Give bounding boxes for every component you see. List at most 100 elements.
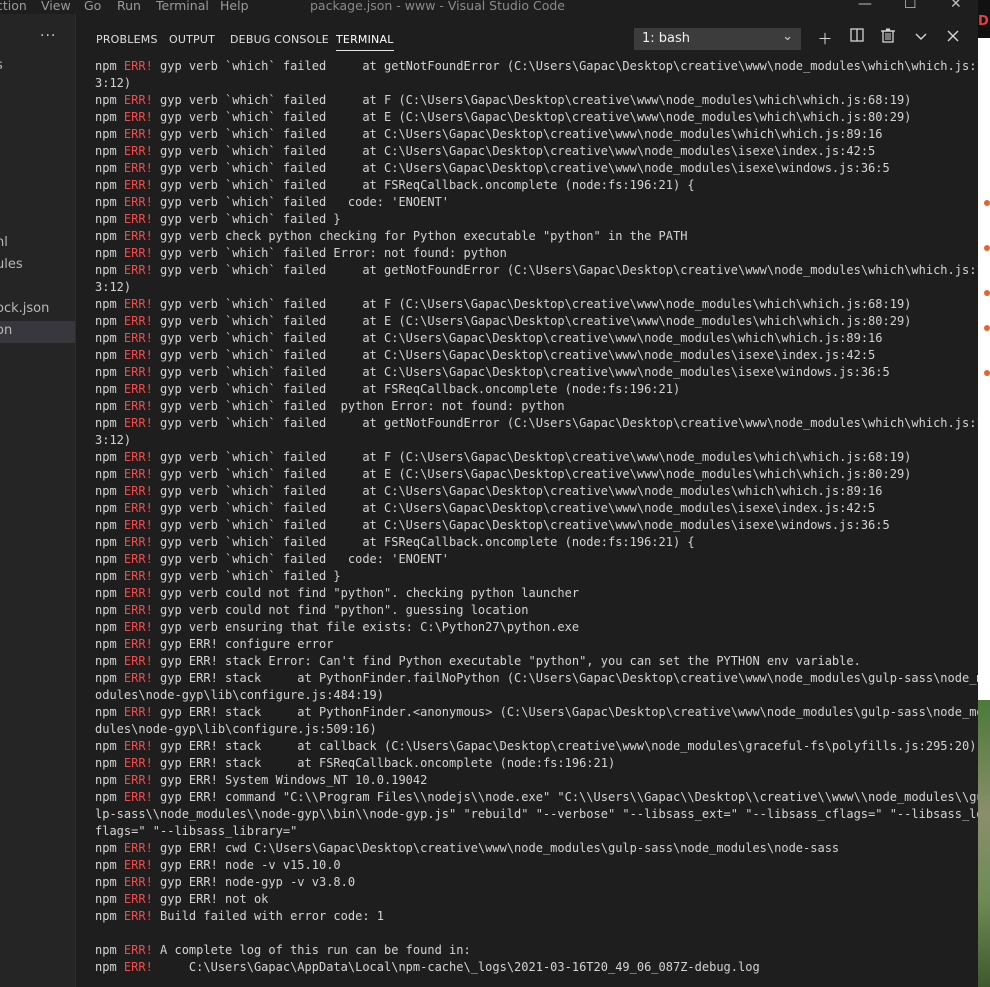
terminal-line: npm ERR! gyp ERR! cwd C:\Users\Gapac\Des… <box>95 840 975 857</box>
terminal-line: npm ERR! gyp ERR! stack at PythonFinder.… <box>95 704 984 721</box>
terminal-line-prefix: npm <box>95 416 124 430</box>
menu-terminal[interactable]: Terminal <box>156 0 209 13</box>
terminal-line-prefix: npm <box>95 909 124 923</box>
terminal-line: flags=" "--libsass_library=" <box>95 823 975 840</box>
terminal-line-tag: ERR! <box>123 127 153 141</box>
trash-icon[interactable] <box>879 28 897 47</box>
terminal-line-message: gyp verb `which` failed at C:\Users\Gapa… <box>152 348 876 362</box>
terminal-line-prefix: npm <box>95 671 124 685</box>
terminal-line-prefix: npm <box>95 297 124 311</box>
terminal-line-prefix: npm <box>95 195 124 209</box>
plus-icon[interactable]: ＋ <box>816 28 834 49</box>
terminal-line: npm ERR! gyp verb `which` failed at C:\U… <box>95 517 975 534</box>
terminal-line-message: gyp verb could not find "python". guessi… <box>152 603 529 617</box>
terminal-line-prefix: npm <box>95 144 124 158</box>
terminal-line-tag: ERR! <box>123 195 153 209</box>
terminal-line-prefix: npm <box>95 212 124 226</box>
menu-help[interactable]: Help <box>220 0 249 13</box>
terminal-line-prefix: npm <box>95 518 124 532</box>
terminal-line: npm ERR! gyp verb `which` failed at F (C… <box>95 92 975 109</box>
terminal-line: npm ERR! gyp ERR! command "C:\\Program F… <box>95 789 984 806</box>
more-actions-icon[interactable]: ··· <box>40 28 56 44</box>
terminal-line-tag: ERR! <box>123 144 153 158</box>
tab-problems[interactable]: PROBLEMS <box>96 33 158 50</box>
sidebar-item-package-json[interactable]: on <box>0 323 12 338</box>
terminal-line: npm ERR! gyp verb `which` failed at FSRe… <box>95 381 975 398</box>
terminal-line: npm ERR! gyp verb check python checking … <box>95 228 975 245</box>
terminal-line-message: gyp verb `which` failed at getNotFoundEr… <box>152 416 984 430</box>
terminal-line: npm ERR! gyp ERR! stack at PythonFinder.… <box>95 670 984 687</box>
terminal-line-message: gyp verb `which` failed at F (C:\Users\G… <box>152 93 912 107</box>
tab-output[interactable]: OUTPUT <box>169 33 215 50</box>
terminal-select-value: 1: bash <box>642 31 691 46</box>
menu-run[interactable]: Run <box>117 0 141 13</box>
terminal-line-tag: ERR! <box>123 331 153 345</box>
terminal-line-message: gyp verb `which` failed code: 'ENOENT' <box>152 552 450 566</box>
terminal-line: npm ERR! gyp verb `which` failed at getN… <box>95 262 984 279</box>
terminal-line-message: A complete log of this run can be found … <box>152 943 471 957</box>
orange-dot <box>984 200 990 206</box>
terminal-line-tag: ERR! <box>123 637 153 651</box>
terminal-line-message: gyp verb ensuring that file exists: C:\P… <box>152 620 580 634</box>
sidebar-item-html[interactable]: nl <box>0 235 8 250</box>
terminal-line-prefix: npm <box>95 178 124 192</box>
terminal-output[interactable]: npm ERR! gyp verb `which` failed at getN… <box>95 58 984 976</box>
terminal-line: npm ERR! gyp verb `which` failed at F (C… <box>95 296 975 313</box>
terminal-line: npm ERR! Build failed with error code: 1 <box>95 908 975 925</box>
minimize-icon[interactable]: — <box>858 0 872 12</box>
terminal-line-prefix: npm <box>95 552 124 566</box>
title-bar: ction View Go Run Terminal Help package.… <box>0 0 978 14</box>
terminal-line-tag: ERR! <box>123 229 153 243</box>
menu-view[interactable]: View <box>41 0 71 13</box>
terminal-line-tag: ERR! <box>123 858 153 872</box>
terminal-line-message: flags=" "--libsass_library=" <box>95 824 298 838</box>
terminal-line-prefix: npm <box>95 637 124 651</box>
explorer-sidebar: ··· s nl ules ock.json on <box>0 14 75 987</box>
terminal-line-message: gyp verb `which` failed Error: not found… <box>152 246 507 260</box>
terminal-line: 3:12) <box>95 279 975 296</box>
terminal-line-tag: ERR! <box>123 110 153 124</box>
terminal-line-message: gyp ERR! stack at FSReqCallback.oncomple… <box>152 756 616 770</box>
terminal-line: npm ERR! gyp ERR! stack at callback (C:\… <box>95 738 977 755</box>
terminal-line-message: gyp verb `which` failed at C:\Users\Gapa… <box>152 365 890 379</box>
terminal-line-prefix: npm <box>95 960 124 974</box>
terminal-line-tag: ERR! <box>123 501 153 515</box>
terminal-line: npm ERR! gyp verb `which` failed code: '… <box>95 194 975 211</box>
terminal-line-tag: ERR! <box>123 569 153 583</box>
tab-debug-console[interactable]: DEBUG CONSOLE <box>230 33 329 50</box>
terminal-line: npm ERR! gyp verb `which` failed } <box>95 211 975 228</box>
tab-terminal[interactable]: TERMINAL <box>336 33 394 51</box>
terminal-line-prefix: npm <box>95 705 124 719</box>
terminal-line-tag: ERR! <box>123 654 153 668</box>
terminal-line-prefix: npm <box>95 892 124 906</box>
terminal-line-message: gyp verb `which` failed at E (C:\Users\G… <box>152 110 912 124</box>
terminal-select[interactable]: 1: bash ⌄ <box>634 28 801 50</box>
sidebar-item-s[interactable]: s <box>0 58 3 73</box>
close-window-icon[interactable]: ✕ <box>950 0 962 12</box>
terminal-line-message: gyp ERR! stack at callback (C:\Users\Gap… <box>152 739 977 753</box>
terminal-line-message: gyp verb check python checking for Pytho… <box>152 229 688 243</box>
panel-tabs: PROBLEMS OUTPUT DEBUG CONSOLE TERMINAL 1… <box>76 14 978 56</box>
terminal-line-tag: ERR! <box>123 773 153 787</box>
terminal-line-prefix: npm <box>95 399 124 413</box>
terminal-line-tag: ERR! <box>123 960 153 974</box>
close-panel-icon[interactable] <box>944 28 962 46</box>
terminal-line-tag: ERR! <box>123 93 153 107</box>
terminal-line-tag: ERR! <box>123 399 153 413</box>
maximize-panel-chevron-icon[interactable] <box>912 28 930 46</box>
terminal-line: npm ERR! gyp ERR! node -v v15.10.0 <box>95 857 975 874</box>
terminal-line-message: gyp ERR! System Windows_NT 10.0.19042 <box>152 773 428 787</box>
maximize-icon[interactable]: ☐ <box>904 0 917 12</box>
terminal-line-prefix: npm <box>95 110 124 124</box>
menu-go[interactable]: Go <box>84 0 101 13</box>
menu-selection[interactable]: ction <box>0 0 27 13</box>
sidebar-item-package-lock[interactable]: ock.json <box>0 301 49 316</box>
terminal-line-message: gyp verb could not find "python". checki… <box>152 586 580 600</box>
terminal-line-tag: ERR! <box>123 59 153 73</box>
split-icon[interactable] <box>848 28 866 46</box>
terminal-line-tag: ERR! <box>123 841 153 855</box>
terminal-line-prefix: npm <box>95 161 124 175</box>
sidebar-item-node-modules[interactable]: ules <box>0 257 23 272</box>
terminal-line: npm ERR! gyp verb `which` failed at C:\U… <box>95 330 975 347</box>
terminal-line: npm ERR! gyp ERR! node-gyp -v v3.8.0 <box>95 874 975 891</box>
